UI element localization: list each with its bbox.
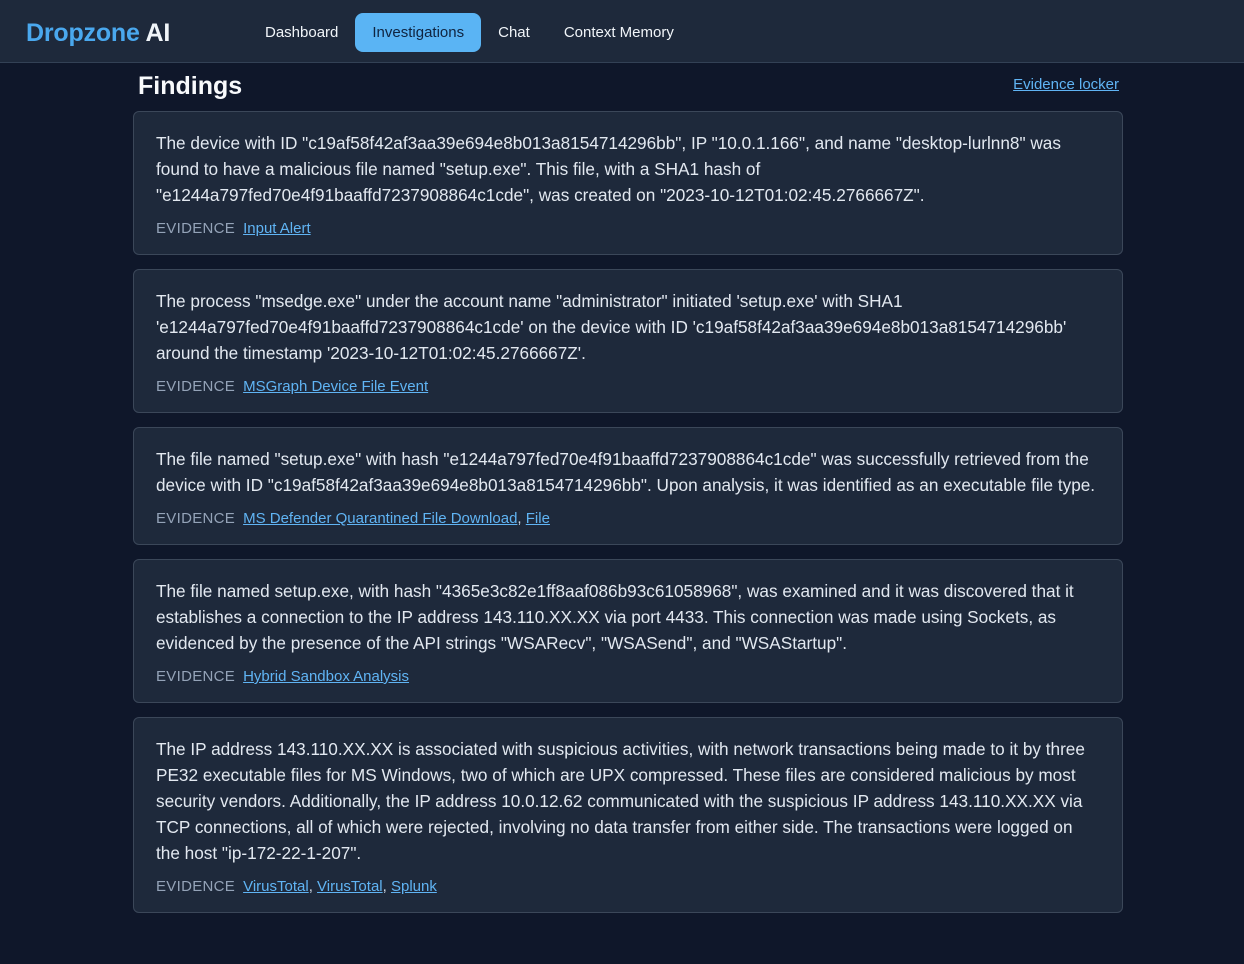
evidence-row: EVIDENCE MS Defender Quarantined File Dow…: [156, 508, 1100, 530]
evidence-link-input-alert[interactable]: Input Alert: [243, 220, 311, 237]
page-title: Findings: [138, 72, 243, 100]
evidence-link-virustotal[interactable]: VirusTotal: [317, 878, 383, 895]
findings-header: Findings Evidence locker: [138, 68, 1119, 104]
evidence-label: EVIDENCE: [156, 878, 236, 895]
finding-text: The process "msedge.exe" under the accou…: [156, 291, 1067, 363]
evidence-label: EVIDENCE: [156, 378, 236, 395]
brand-logo[interactable]: Dropzone AI: [26, 16, 170, 50]
evidence-locker-link[interactable]: Evidence locker: [1013, 74, 1119, 96]
finding-card: The file named "setup.exe" with hash "e1…: [133, 427, 1123, 545]
evidence-link-splunk[interactable]: Splunk: [391, 878, 437, 895]
finding-text: The file named "setup.exe" with hash "e1…: [156, 449, 1096, 495]
tab-dashboard[interactable]: Dashboard: [248, 13, 355, 52]
finding-text: The IP address 143.110.XX.XX is associat…: [156, 739, 1085, 863]
tab-investigations[interactable]: Investigations: [355, 13, 482, 52]
evidence-label: EVIDENCE: [156, 220, 236, 237]
evidence-link-file[interactable]: File: [526, 510, 550, 527]
brand-name-part2: AI: [139, 19, 171, 47]
evidence-separator: ,: [382, 878, 391, 895]
evidence-row: EVIDENCE MSGraph Device File Event: [156, 376, 1100, 398]
finding-card: The process "msedge.exe" under the accou…: [133, 269, 1123, 413]
finding-text: The file named setup.exe, with hash "436…: [156, 581, 1074, 653]
top-navbar: Dropzone AI Dashboard Investigations Cha…: [0, 0, 1244, 63]
finding-card: The device with ID "c19af58f42af3aa39e69…: [133, 111, 1123, 255]
evidence-separator: ,: [308, 878, 318, 895]
evidence-row: EVIDENCE Input Alert: [156, 218, 1100, 240]
finding-card: The IP address 143.110.XX.XX is associat…: [133, 717, 1123, 913]
finding-card: The file named setup.exe, with hash "436…: [133, 559, 1123, 703]
evidence-row: EVIDENCE VirusTotal, VirusTotal, Splunk: [156, 876, 1100, 898]
main-nav: Dashboard Investigations Chat Context Me…: [248, 13, 691, 52]
evidence-row: EVIDENCE Hybrid Sandbox Analysis: [156, 666, 1100, 688]
tab-context-memory[interactable]: Context Memory: [547, 13, 691, 52]
evidence-link-ms-defender-download[interactable]: MS Defender Quarantined File Download: [243, 510, 517, 527]
evidence-link-virustotal[interactable]: VirusTotal: [243, 878, 309, 895]
tab-chat[interactable]: Chat: [481, 13, 547, 52]
brand-name-part1: Dropzone: [26, 19, 140, 47]
evidence-label: EVIDENCE: [156, 668, 236, 685]
evidence-link-hybrid-sandbox[interactable]: Hybrid Sandbox Analysis: [243, 668, 409, 685]
findings-list: The device with ID "c19af58f42af3aa39e69…: [133, 111, 1123, 927]
evidence-label: EVIDENCE: [156, 510, 236, 527]
evidence-separator: ,: [517, 510, 526, 527]
finding-text: The device with ID "c19af58f42af3aa39e69…: [156, 133, 1061, 205]
evidence-link-msgraph-device-file-event[interactable]: MSGraph Device File Event: [243, 378, 428, 395]
